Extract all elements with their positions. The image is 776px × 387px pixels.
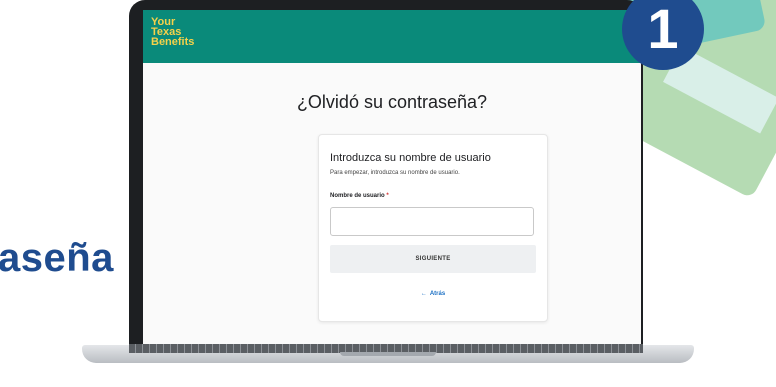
back-link-label: Atrás (429, 291, 446, 297)
laptop-screen: Your Texas Benefits ¿Olvidó su contraseñ… (143, 10, 641, 344)
back-link[interactable]: ← Atrás (319, 291, 547, 297)
username-input[interactable] (330, 207, 534, 236)
app-header: Your Texas Benefits (143, 10, 641, 63)
your-texas-benefits-logo[interactable]: Your Texas Benefits (151, 17, 195, 48)
side-caption-text: aseña (0, 236, 114, 280)
logo-line-3: Benefits (151, 36, 195, 48)
arrow-left-icon: ← (420, 291, 427, 297)
username-label-text: Nombre de usuario (330, 193, 385, 199)
username-label: Nombre de usuario * (330, 193, 389, 199)
card-subtitle: Para empezar, introduzca su nombre de us… (330, 170, 460, 176)
next-button[interactable]: SIGUIENTE (330, 245, 536, 273)
laptop-base-notch (340, 352, 436, 356)
required-asterisk: * (386, 193, 389, 199)
card-title: Introduzca su nombre de usuario (330, 152, 491, 164)
page-title: ¿Olvidó su contraseña? (296, 92, 488, 112)
forgot-password-card: Introduzca su nombre de usuario Para emp… (318, 134, 548, 322)
